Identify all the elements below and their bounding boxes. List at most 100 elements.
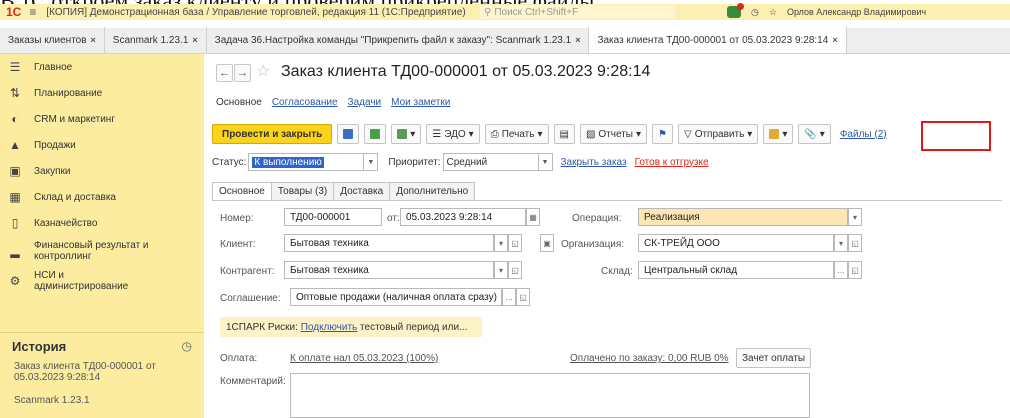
subnav-approval[interactable]: Согласование [272, 97, 338, 108]
create-based-button[interactable]: ▾ [391, 124, 422, 144]
notifications-icon[interactable] [727, 3, 744, 18]
chevron-down-icon: ▾ [468, 128, 474, 140]
close-icon[interactable]: × [575, 35, 580, 45]
chevron-down-icon[interactable]: ▼ [364, 153, 379, 171]
spark-risks-banner: 1СПАРК Риски: Подключить тестовый период… [220, 317, 482, 337]
sections-sidebar: ☰ Главное ⇅ Планирование ◐ CRM и маркетинг … [0, 54, 204, 418]
chart-icon: ▂ [10, 243, 20, 258]
main-menu-icon[interactable]: ≡ [29, 5, 36, 19]
tab-delivery[interactable]: Доставка [333, 182, 391, 200]
tab-scanmark[interactable]: Scanmark 1.23.1 × [105, 27, 207, 53]
structure-button[interactable]: ▤ [553, 124, 575, 144]
history-clock-icon[interactable]: ◷ [182, 339, 192, 353]
close-icon[interactable]: × [91, 35, 96, 45]
edo-button[interactable]: ☰ ЭДО ▾ [426, 124, 480, 144]
close-order-link[interactable]: Закрыть заказ [561, 157, 627, 168]
close-icon[interactable]: × [832, 35, 837, 45]
chevron-down-icon[interactable]: ▾ [848, 208, 862, 226]
sidebar-item-planning[interactable]: ⇅ Планирование [0, 80, 204, 106]
chevron-down-icon: ▾ [537, 128, 543, 140]
open-icon[interactable]: ◱ [848, 234, 862, 252]
ready-to-ship-link[interactable]: Готов к отгрузке [635, 157, 709, 168]
operation-label: Операция: [572, 213, 622, 224]
subnav-tasks[interactable]: Задачи [348, 97, 382, 108]
number-field[interactable]: ТД00-000001 [284, 208, 382, 226]
history-item[interactable]: Заказ клиента ТД00-000001 от 05.03.2023 … [0, 359, 204, 385]
open-icon[interactable]: ◱ [848, 261, 862, 279]
print-button[interactable]: ⎙ Печать ▾ [484, 124, 549, 144]
priority-value: Средний [446, 156, 488, 168]
chevron-down-icon: ▾ [747, 128, 753, 140]
tab-task-36[interactable]: Задача 36.Настройка команды "Прикрепить … [207, 27, 590, 53]
priority-select[interactable]: Средний [442, 153, 539, 171]
tab-additional[interactable]: Дополнительно [389, 182, 476, 200]
close-icon[interactable]: × [192, 35, 197, 45]
tab-client-order[interactable]: Заказ клиента ТД00-000001 от 05.03.2023 … [589, 27, 847, 53]
sidebar-item-purchases[interactable]: ▣ Закупки [0, 158, 204, 184]
open-icon[interactable]: ◱ [508, 234, 522, 252]
additional-button[interactable]: ▾ [763, 124, 794, 144]
calendar-icon[interactable]: ▦ [526, 208, 540, 226]
form-subnav: Основное Согласование Задачи Мои заметки [216, 97, 450, 108]
tab-goods[interactable]: Товары (3) [270, 182, 335, 200]
favorites-star-icon[interactable]: ☆ [769, 7, 777, 18]
back-arrow-icon[interactable]: ← [216, 64, 233, 82]
contractor-label: Контрагент: [220, 266, 275, 277]
status-select[interactable]: К выполнению [248, 153, 365, 171]
history-item[interactable]: Scanmark 1.23.1 [0, 393, 204, 408]
sidebar-item-sales[interactable]: ▲ Продажи [0, 132, 204, 158]
sidebar-item-finance[interactable]: ▂ Финансовый результат и контроллинг [0, 236, 204, 266]
chevron-down-icon[interactable]: ▾ [834, 234, 848, 252]
chevron-down-icon[interactable]: ▾ [494, 234, 508, 252]
select-ellipsis-icon[interactable]: … [502, 288, 516, 306]
history-icon[interactable]: ◷ [751, 7, 759, 18]
files-link[interactable]: Файлы (2) [840, 129, 887, 140]
payment-link[interactable]: К оплате нал 05.03.2023 (100%) [290, 353, 438, 364]
search-placeholder: Поиск Ctrl+Shift+F [494, 6, 579, 18]
highlight-box [921, 121, 991, 151]
agreement-field[interactable]: Оптовые продажи (наличная оплата сразу) [290, 288, 502, 306]
tab-orders[interactable]: Заказы клиентов × [0, 27, 105, 53]
current-user[interactable]: Орлов Александр Владимирович [787, 7, 926, 17]
tab-label: Scanmark 1.23.1 [112, 34, 189, 46]
favorite-star-icon[interactable]: ☆ [256, 61, 270, 81]
subnav-notes[interactable]: Мои заметки [391, 97, 450, 108]
sidebar-item-main[interactable]: ☰ Главное [0, 54, 204, 80]
sidebar-item-crm[interactable]: ◐ CRM и маркетинг [0, 106, 204, 132]
date-field[interactable]: 05.03.2023 9:28:14 [400, 208, 526, 226]
sidebar-item-admin[interactable]: ⚙ НСИ и администрирование [0, 266, 204, 296]
comment-textarea[interactable] [290, 373, 810, 418]
tab-main[interactable]: Основное [212, 182, 272, 200]
flag-button[interactable]: ⚑ [652, 124, 673, 144]
open-icon[interactable]: ◱ [508, 261, 522, 279]
offset-payment-button[interactable]: Зачет оплаты [736, 348, 812, 368]
organization-field[interactable]: СК-ТРЕЙД ООО [638, 234, 834, 252]
chevron-down-icon[interactable]: ▼ [538, 153, 553, 171]
spark-connect-link[interactable]: Подключить [301, 322, 358, 333]
contractor-field[interactable]: Бытовая техника [284, 261, 494, 279]
reports-button[interactable]: ▧ Отчеты ▾ [579, 124, 648, 144]
send-icon: ▽ [683, 128, 692, 140]
save-button[interactable] [337, 124, 360, 144]
operation-field[interactable]: Реализация [638, 208, 848, 226]
treasury-icon: ▯ [11, 216, 19, 230]
date-from-label: от: [387, 213, 400, 224]
attach-button[interactable]: 📎 ▾ [798, 124, 831, 144]
forward-arrow-icon[interactable]: → [234, 64, 251, 82]
spark-prefix: 1СПАРК Риски: [226, 321, 298, 333]
chevron-down-icon[interactable]: ▾ [494, 261, 508, 279]
post-and-close-button[interactable]: Провести и закрыть [212, 124, 333, 144]
sidebar-item-treasury[interactable]: ▯ Казначейство [0, 210, 204, 236]
sidebar-item-warehouse[interactable]: ▦ Склад и доставка [0, 184, 204, 210]
global-search-input[interactable]: ⚲ Поиск Ctrl+Shift+F [480, 5, 675, 19]
warehouse-field[interactable]: Центральный склад [638, 261, 834, 279]
paid-link[interactable]: Оплачено по заказу: 0,00 RUB 0% [570, 353, 729, 364]
subnav-main[interactable]: Основное [216, 97, 262, 108]
post-button[interactable] [364, 124, 387, 144]
send-button[interactable]: ▽ Отправить ▾ [677, 124, 759, 144]
open-icon[interactable]: ◱ [516, 288, 530, 306]
chevron-down-icon: ▾ [782, 128, 788, 140]
client-field[interactable]: Бытовая техника [284, 234, 494, 252]
select-ellipsis-icon[interactable]: … [834, 261, 848, 279]
client-card-icon[interactable]: ▣ [540, 234, 554, 252]
